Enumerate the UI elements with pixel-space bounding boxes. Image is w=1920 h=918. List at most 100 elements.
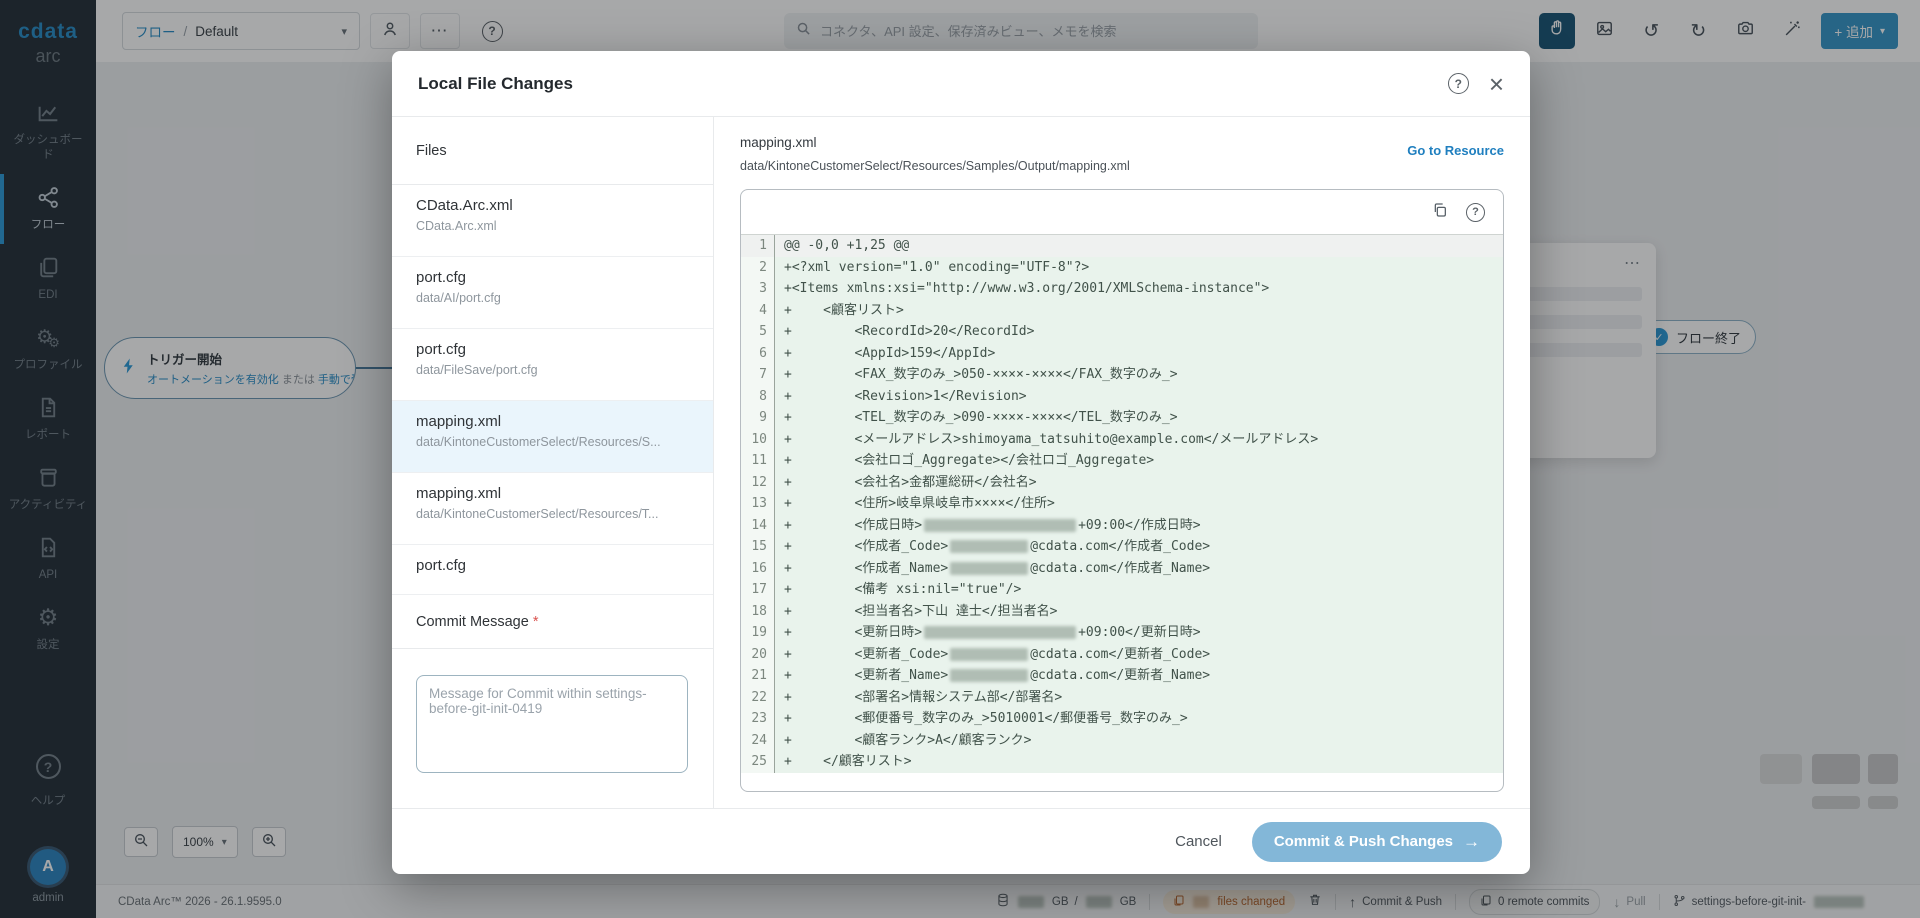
diff-line-code: + <作成日時>+09:00</作成日時> [775, 515, 1503, 537]
redacted-text [950, 669, 1028, 682]
diff-line-number: 4 [741, 300, 775, 322]
diff-line: 24+ <顧客ランク>A</顧客ランク> [741, 730, 1503, 752]
file-name: mapping.xml [416, 413, 689, 430]
diff-line-number: 13 [741, 493, 775, 515]
dialog-title: Local File Changes [418, 74, 1428, 94]
diff-line-code: + </顧客リスト> [775, 751, 1503, 773]
file-item[interactable]: CData.Arc.xml CData.Arc.xml [392, 185, 713, 257]
diff-line-code: +<?xml version="1.0" encoding="UTF-8"?> [775, 257, 1503, 279]
redacted-text [924, 519, 1076, 532]
diff-line-number: 1 [741, 235, 775, 257]
redacted-text [924, 626, 1076, 639]
diff-line: 16+ <作成者_Name>@cdata.com</作成者_Name> [741, 558, 1503, 580]
diff-line: 17+ <備考 xsi:nil="true"/> [741, 579, 1503, 601]
diff-line: 5+ <RecordId>20</RecordId> [741, 321, 1503, 343]
diff-line-code: + <顧客ランク>A</顧客ランク> [775, 730, 1503, 752]
diff-line-number: 7 [741, 364, 775, 386]
diff-line: 23+ <郵便番号_数字のみ_>5010001</郵便番号_数字のみ_> [741, 708, 1503, 730]
diff-line-code: + <更新者_Name>@cdata.com</更新者_Name> [775, 665, 1503, 687]
local-file-changes-dialog: Local File Changes ? × Files CData.Arc.x… [392, 51, 1530, 874]
file-path: CData.Arc.xml [416, 219, 689, 233]
diff-line-number: 6 [741, 343, 775, 365]
diff-line-code: + <会社名>金都運総研</会社名> [775, 472, 1503, 494]
diff-line: 11+ <会社ロゴ_Aggregate></会社ロゴ_Aggregate> [741, 450, 1503, 472]
diff-line-code: + <郵便番号_数字のみ_>5010001</郵便番号_数字のみ_> [775, 708, 1503, 730]
file-item[interactable]: mapping.xmldata/KintoneCustomerSelect/Re… [392, 473, 713, 545]
diff-line-number: 21 [741, 665, 775, 687]
diff-line-number: 2 [741, 257, 775, 279]
diff-line: 15+ <作成者_Code>@cdata.com</作成者_Code> [741, 536, 1503, 558]
cancel-button[interactable]: Cancel [1175, 833, 1222, 850]
diff-line: 25+ </顧客リスト> [741, 751, 1503, 773]
dialog-help-icon[interactable]: ? [1448, 73, 1469, 94]
close-icon[interactable]: × [1489, 71, 1504, 97]
commit-push-changes-button[interactable]: Commit & Push Changes → [1252, 822, 1502, 862]
diff-line-number: 15 [741, 536, 775, 558]
diff-line-number: 19 [741, 622, 775, 644]
diff-line: 8+ <Revision>1</Revision> [741, 386, 1503, 408]
diff-viewer: ? 1@@ -0,0 +1,25 @@2+<?xml version="1.0"… [740, 189, 1504, 792]
diff-line-number: 11 [741, 450, 775, 472]
arrow-right-icon: → [1463, 832, 1480, 852]
diff-line-number: 16 [741, 558, 775, 580]
diff-help-icon[interactable]: ? [1466, 203, 1485, 222]
diff-line-code: + <メールアドレス>shimoyama_tatsuhito@example.c… [775, 429, 1503, 451]
diff-line-code: + <部署名>情報システム部</部署名> [775, 687, 1503, 709]
diff-line: 20+ <更新者_Code>@cdata.com</更新者_Code> [741, 644, 1503, 666]
diff-line-code: + <作成者_Code>@cdata.com</作成者_Code> [775, 536, 1503, 558]
diff-line: 7+ <FAX_数字のみ_>050-××××-××××</FAX_数字のみ_> [741, 364, 1503, 386]
go-to-resource-link[interactable]: Go to Resource [1407, 143, 1504, 158]
diff-line-code: + <TEL_数字のみ_>090-××××-××××</TEL_数字のみ_> [775, 407, 1503, 429]
diff-line-number: 12 [741, 472, 775, 494]
diff-file-title: mapping.xml [740, 135, 1504, 150]
redacted-text [950, 562, 1028, 575]
diff-line: 1@@ -0,0 +1,25 @@ [741, 235, 1503, 257]
diff-line-number: 23 [741, 708, 775, 730]
diff-line-number: 20 [741, 644, 775, 666]
diff-line-number: 8 [741, 386, 775, 408]
diff-line-number: 3 [741, 278, 775, 300]
diff-line: 10+ <メールアドレス>shimoyama_tatsuhito@example… [741, 429, 1503, 451]
diff-line: 6+ <AppId>159</AppId> [741, 343, 1503, 365]
diff-line-number: 24 [741, 730, 775, 752]
file-name: port.cfg [416, 557, 689, 574]
file-name: CData.Arc.xml [416, 197, 689, 214]
diff-line: 18+ <担当者名>下山 達士</担当者名> [741, 601, 1503, 623]
diff-line-code: + <AppId>159</AppId> [775, 343, 1503, 365]
diff-line: 4+ <顧客リスト> [741, 300, 1503, 322]
commit-message-input[interactable] [416, 675, 688, 773]
diff-line-number: 14 [741, 515, 775, 537]
redacted-text [950, 540, 1028, 553]
diff-line: 19+ <更新日時>+09:00</更新日時> [741, 622, 1503, 644]
file-path: data/FileSave/port.cfg [416, 363, 689, 377]
diff-line: 3+<Items xmlns:xsi="http://www.w3.org/20… [741, 278, 1503, 300]
diff-line: 2+<?xml version="1.0" encoding="UTF-8"?> [741, 257, 1503, 279]
files-section-label: Files [392, 117, 713, 185]
copy-icon[interactable] [1432, 202, 1448, 223]
file-item[interactable]: port.cfgdata/AI/port.cfg [392, 257, 713, 329]
file-name: port.cfg [416, 269, 689, 286]
diff-line-number: 18 [741, 601, 775, 623]
file-item[interactable]: mapping.xml data/KintoneCustomerSelect/Re… [392, 401, 713, 473]
diff-line-number: 9 [741, 407, 775, 429]
diff-content[interactable]: 1@@ -0,0 +1,25 @@2+<?xml version="1.0" e… [741, 234, 1503, 791]
diff-line: 9+ <TEL_数字のみ_>090-××××-××××</TEL_数字のみ_> [741, 407, 1503, 429]
diff-line-number: 5 [741, 321, 775, 343]
diff-line-code: @@ -0,0 +1,25 @@ [775, 235, 1503, 257]
file-item[interactable]: port.cfgdata/FileSave/port.cfg [392, 329, 713, 401]
diff-line-code: + <FAX_数字のみ_>050-××××-××××</FAX_数字のみ_> [775, 364, 1503, 386]
diff-line: 22+ <部署名>情報システム部</部署名> [741, 687, 1503, 709]
diff-line: 14+ <作成日時>+09:00</作成日時> [741, 515, 1503, 537]
file-item[interactable]: port.cfg [392, 545, 713, 595]
diff-line-code: + <担当者名>下山 達士</担当者名> [775, 601, 1503, 623]
diff-file-path: data/KintoneCustomerSelect/Resources/Sam… [740, 159, 1504, 173]
redacted-text [950, 648, 1028, 661]
diff-line-number: 25 [741, 751, 775, 773]
diff-line-number: 17 [741, 579, 775, 601]
diff-line-number: 22 [741, 687, 775, 709]
diff-line-code: + <住所>岐阜県岐阜市××××</住所> [775, 493, 1503, 515]
file-path: data/KintoneCustomerSelect/Resources/S..… [416, 435, 689, 449]
diff-line: 21+ <更新者_Name>@cdata.com</更新者_Name> [741, 665, 1503, 687]
diff-line-code: + <会社ロゴ_Aggregate></会社ロゴ_Aggregate> [775, 450, 1503, 472]
diff-line: 13+ <住所>岐阜県岐阜市××××</住所> [741, 493, 1503, 515]
